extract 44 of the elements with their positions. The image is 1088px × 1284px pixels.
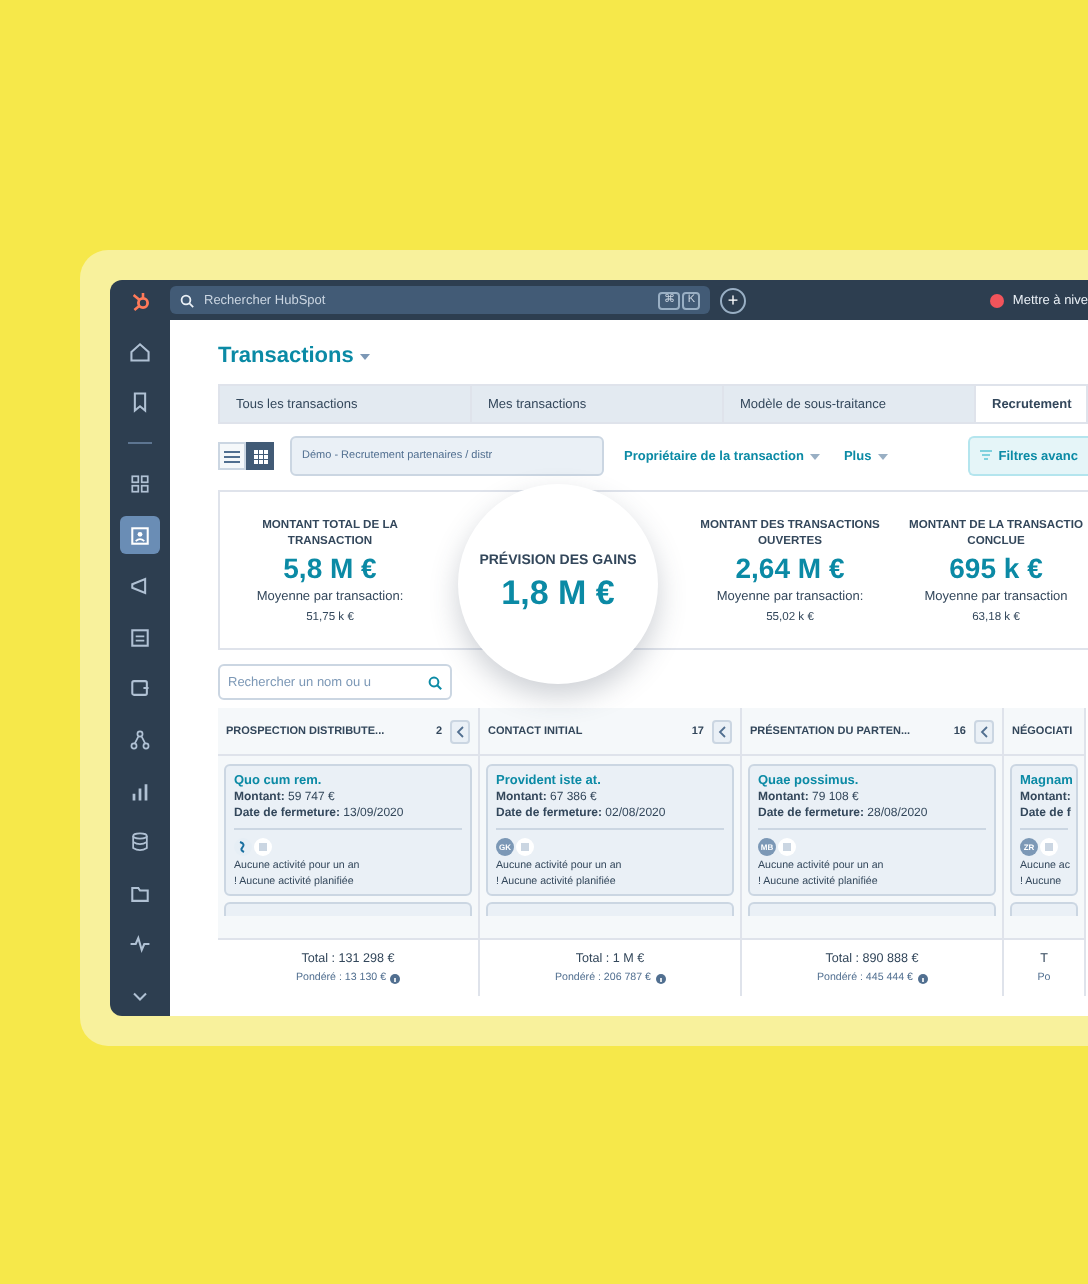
- upgrade-icon: [990, 293, 1005, 307]
- megaphone-icon: [128, 574, 152, 599]
- grid-icon: [128, 472, 152, 496]
- caret-icon: [809, 453, 820, 459]
- company-icon: [254, 838, 272, 856]
- sidebar-item[interactable]: [120, 515, 160, 555]
- folder-icon: [128, 881, 152, 906]
- company-icon: [1040, 838, 1058, 856]
- kpi-value: 695 k €: [949, 551, 1043, 585]
- add-button[interactable]: +: [720, 287, 746, 313]
- network-icon: [128, 728, 152, 753]
- company-icon: [778, 838, 796, 856]
- partial-card: [1010, 902, 1078, 916]
- kpi-value: 5,8 M €: [283, 551, 377, 585]
- search-icon: [180, 293, 194, 307]
- search-icon: [428, 675, 442, 689]
- bar-chart-icon: [128, 779, 152, 804]
- info-icon: [655, 973, 665, 983]
- collapse-button[interactable]: [450, 719, 470, 743]
- chevron-left-icon: [980, 725, 988, 737]
- chevron-left-icon: [456, 725, 464, 737]
- pulse-icon: [128, 932, 152, 957]
- collapse-button[interactable]: [974, 719, 994, 743]
- sprocket-logo-icon[interactable]: [129, 289, 151, 311]
- kpi-value: 2,64 M €: [735, 551, 845, 585]
- wallet-icon: [128, 676, 152, 701]
- kpi-value: 1,8 M €: [501, 574, 615, 614]
- company-icon: [516, 838, 534, 856]
- grid-view-icon: [253, 449, 267, 463]
- view-toggle[interactable]: [246, 442, 274, 470]
- caret-icon: [877, 453, 888, 459]
- info-icon: [917, 973, 927, 983]
- page-title[interactable]: Transactions: [218, 344, 354, 368]
- collapse-button[interactable]: [712, 719, 732, 743]
- contact-card-icon: [128, 523, 152, 548]
- filter-icon: [980, 450, 993, 462]
- list-view-icon: [224, 449, 240, 463]
- document-icon: [128, 625, 152, 650]
- info-icon: [390, 973, 401, 983]
- bookmark-icon: [128, 390, 152, 415]
- database-icon: [128, 830, 152, 855]
- chevron-left-icon: [718, 725, 726, 737]
- home-icon: [128, 339, 152, 364]
- caret-icon: [359, 353, 370, 359]
